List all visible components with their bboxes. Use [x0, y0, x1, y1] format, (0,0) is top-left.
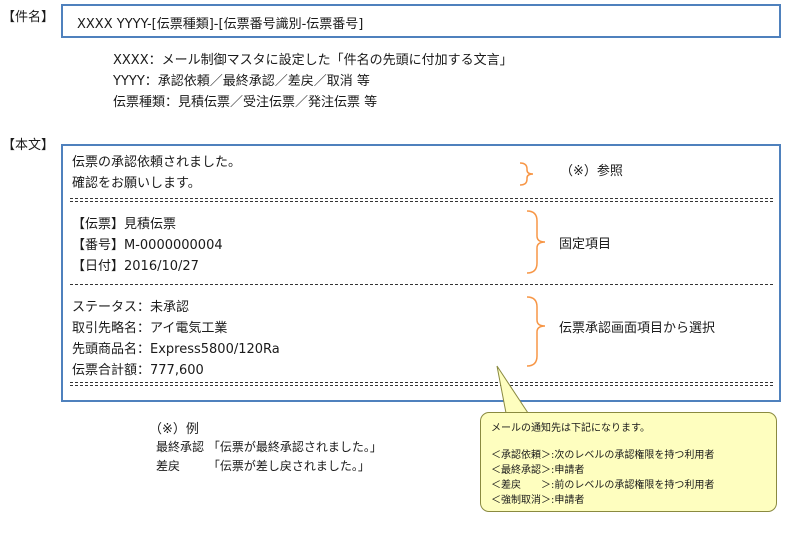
- callout-line-remand: ＜差戻 ＞:前のレベルの承認権限を持つ利用者: [491, 480, 715, 491]
- notification-callout: メールの通知先は下記になります。 ＜承認依頼＞:次のレベルの承認権限を持つ利用者…: [480, 412, 777, 512]
- brace-selected: [526, 296, 546, 367]
- note-final-approval: 最終承認 「伝票が最終承認されました。」: [156, 440, 382, 454]
- callout-pointer: [496, 365, 529, 414]
- callout-line-final: ＜最終承認＞:申請者: [491, 465, 585, 476]
- brace-fixed: [526, 210, 546, 274]
- callout-line-request: ＜承認依頼＞:次のレベルの承認権限を持つ利用者: [491, 450, 715, 461]
- annotation-fixed: 固定項目: [559, 237, 612, 252]
- note-remand: 差戻 「伝票が差し戻されました。」: [156, 459, 370, 473]
- callout-title: メールの通知先は下記になります。: [491, 423, 650, 434]
- annotation-ref: （※）参照: [560, 164, 623, 179]
- note-title: （※）例: [149, 422, 199, 437]
- annotation-selected: 伝票承認画面項目から選択: [559, 321, 716, 336]
- brace-ref: [519, 162, 534, 186]
- callout-line-cancel: ＜強制取消＞:申請者: [491, 495, 585, 506]
